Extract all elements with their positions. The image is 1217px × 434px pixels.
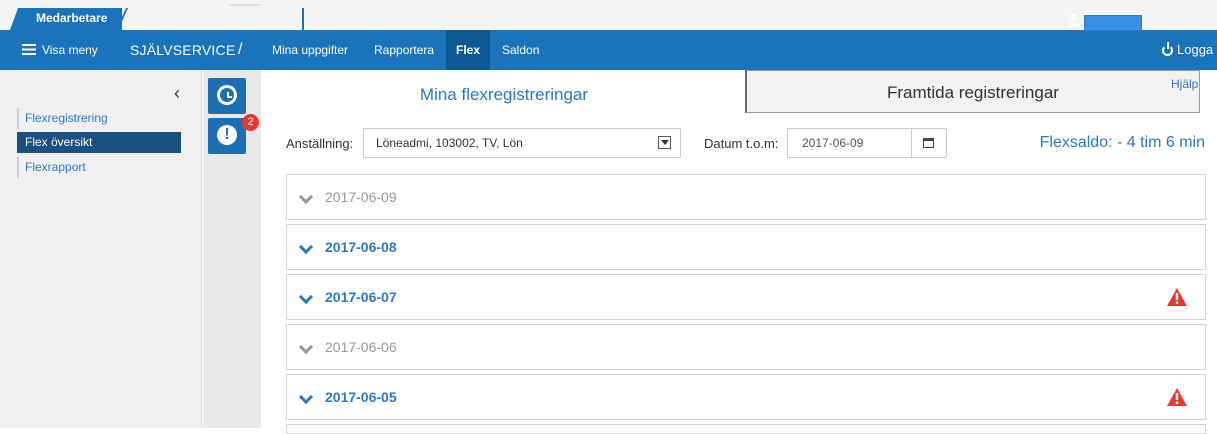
date-field[interactable]: 2017-06-09 <box>787 128 947 158</box>
nav-item-flex[interactable]: Flex <box>446 30 490 70</box>
alert-button[interactable]: ! <box>208 118 246 154</box>
day-row[interactable]: 2017-06-07 <box>286 274 1206 320</box>
day-date: 2017-06-06 <box>325 339 397 355</box>
day-row[interactable]: 2017-06-08 <box>286 224 1206 270</box>
warning-icon <box>1167 288 1187 306</box>
tab-medarbetare-label: Medarbetare <box>36 11 108 25</box>
date-label: Datum t.o.m: <box>704 136 779 151</box>
help-link[interactable]: Hjälp <box>1171 77 1198 91</box>
flex-balance: Flexsaldo: - 4 tim 6 min <box>1039 134 1205 151</box>
menu-toggle-label: Visa meny <box>42 43 98 57</box>
chevron-down-icon <box>298 339 314 355</box>
chevron-down-icon <box>298 189 314 205</box>
day-row[interactable]: 2017-06-09 <box>286 174 1206 220</box>
brand-separator: / <box>238 41 243 58</box>
logout-label: Logga <box>1177 42 1214 57</box>
tab-framtida-registreringar[interactable]: Framtida registreringar <box>745 70 1200 113</box>
user-name-redacted[interactable] <box>1084 15 1142 31</box>
menu-toggle-button[interactable]: Visa meny <box>22 30 98 70</box>
tab-placeholder <box>230 4 260 6</box>
day-row-partial <box>286 424 1206 434</box>
calendar-icon[interactable] <box>923 138 934 148</box>
sidebar-item-flex-oversikt[interactable]: Flex översikt <box>17 132 181 153</box>
user-icon[interactable] <box>1067 13 1081 27</box>
tab-medarbetare[interactable]: Medarbetare <box>10 8 122 30</box>
date-field-value: 2017-06-09 <box>802 136 864 150</box>
power-icon <box>1162 42 1173 56</box>
employment-select[interactable]: Löneadmi, 103002, TV, Lön <box>363 128 681 158</box>
day-row[interactable]: 2017-06-06 <box>286 324 1206 370</box>
clock-icon <box>217 85 237 105</box>
logout-button[interactable]: Logga <box>1162 30 1213 70</box>
dropdown-arrow-icon <box>658 136 671 149</box>
nav-item-saldon[interactable]: Saldon <box>502 30 539 70</box>
tab-mina-flexregistreringar[interactable]: Mina flexregistreringar <box>262 70 746 120</box>
chevron-down-icon <box>298 239 314 255</box>
sidebar-item-flexrapport[interactable]: Flexrapport <box>17 157 181 178</box>
alert-count-badge: 2 <box>242 114 259 131</box>
exclamation-icon: ! <box>217 125 237 145</box>
nav-item-rapportera[interactable]: Rapportera <box>374 30 434 70</box>
chevron-down-icon <box>298 289 314 305</box>
warning-icon <box>1167 388 1187 406</box>
day-date: 2017-06-08 <box>325 239 397 255</box>
main-navbar: Visa meny SJÄLVSERVICE / Mina uppgifter … <box>0 30 1217 70</box>
day-date: 2017-06-09 <box>325 189 397 205</box>
app-brand[interactable]: SJÄLVSERVICE <box>130 30 235 70</box>
nav-item-mina-uppgifter[interactable]: Mina uppgifter <box>272 30 348 70</box>
clock-button[interactable] <box>208 78 246 114</box>
employment-select-value: Löneadmi, 103002, TV, Lön <box>376 136 523 150</box>
tab-secondary[interactable] <box>128 8 304 30</box>
day-date: 2017-06-07 <box>325 289 397 305</box>
sidebar-item-flexregistrering[interactable]: Flexregistrering <box>17 108 181 129</box>
hamburger-icon <box>22 44 36 55</box>
day-date: 2017-06-05 <box>325 389 397 405</box>
day-row[interactable]: 2017-06-05 <box>286 374 1206 420</box>
chevron-down-icon <box>298 389 314 405</box>
chevron-left-icon[interactable]: ‹ <box>174 84 180 102</box>
employment-label: Anställning: <box>286 136 354 151</box>
